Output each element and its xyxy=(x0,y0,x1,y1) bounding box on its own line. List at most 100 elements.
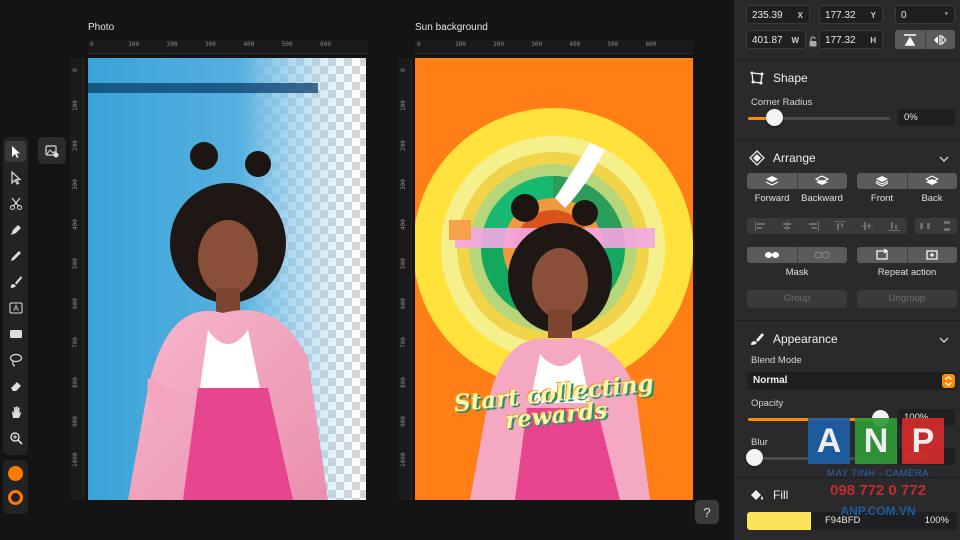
pencil-tool-button[interactable] xyxy=(5,245,26,266)
align-buttons xyxy=(747,218,907,234)
rectangle-tool-button[interactable] xyxy=(5,323,26,344)
align-middle-button[interactable] xyxy=(853,218,880,234)
corner-radius-slider-knob[interactable] xyxy=(766,109,783,126)
chevron-down-icon[interactable] xyxy=(939,335,949,345)
photo-artwork xyxy=(88,58,366,500)
zoom-tool-button[interactable] xyxy=(5,427,26,448)
distribute-vertical-icon xyxy=(943,221,950,231)
arrange-section-header[interactable]: Arrange xyxy=(749,150,816,166)
x-unit-label: X xyxy=(797,11,803,20)
repeat-add-button[interactable] xyxy=(906,247,958,263)
forward-backward-buttons xyxy=(747,173,847,189)
rotation-field[interactable]: 0 ° xyxy=(895,5,955,24)
ruler-tick-label: 200 xyxy=(166,41,178,48)
y-field[interactable]: 177.32 Y xyxy=(819,5,883,24)
flip-horizontal-icon xyxy=(934,34,947,45)
ruler-tick-label: 600 xyxy=(400,297,407,309)
ruler-tick-label: 0 xyxy=(417,41,421,48)
backward-button[interactable] xyxy=(796,173,848,189)
mask-button[interactable] xyxy=(747,247,797,263)
stroke-color-swatch[interactable] xyxy=(8,490,23,505)
ruler-tick-label: 800 xyxy=(400,376,407,388)
y-unit-label: Y xyxy=(870,11,876,20)
eraser-tool-button[interactable] xyxy=(5,375,26,396)
hand-tool-button[interactable] xyxy=(5,401,26,422)
flip-vertical-button[interactable] xyxy=(895,30,925,49)
front-button[interactable] xyxy=(857,173,907,189)
ruler-tick-label: 600 xyxy=(72,297,79,309)
ruler-horizontal: 0 100 200 300 400 500 600 xyxy=(415,40,693,54)
arrange-icon xyxy=(749,150,765,166)
watermark-tagline: MAY TINH - CAMERA xyxy=(827,468,929,479)
pen-tool-button[interactable] xyxy=(5,219,26,240)
arrange-section: Arrange Forward Backward Front Back Mask… xyxy=(734,139,960,319)
repeat-action-label: Repeat action xyxy=(877,267,937,278)
ruler-tick-label: 500 xyxy=(607,41,619,48)
bring-forward-icon xyxy=(765,176,779,186)
forward-button[interactable] xyxy=(747,173,797,189)
backward-label: Backward xyxy=(801,193,843,204)
watermark-site: ANP.COM.VN xyxy=(840,504,916,518)
unmask-button[interactable] xyxy=(796,247,848,263)
ruler-vertical: 0 100 200 300 400 500 600 700 800 900 1000 xyxy=(398,58,412,500)
chevron-down-icon[interactable] xyxy=(939,154,949,164)
image-icon xyxy=(45,144,59,157)
width-value: 401.87 xyxy=(752,35,783,46)
rectangle-icon xyxy=(9,329,22,338)
ruler-tick-label: 0 xyxy=(90,41,94,48)
select-arrow-tool-button[interactable] xyxy=(5,141,26,162)
appearance-title: Appearance xyxy=(773,332,838,346)
corner-radius-field[interactable]: 0% xyxy=(898,109,955,126)
canvas-area[interactable]: Photo 0 100 200 300 400 500 600 0 100 200 300 400 5… xyxy=(0,0,733,540)
repeat-action-button[interactable] xyxy=(857,247,907,263)
photo-document[interactable] xyxy=(88,58,366,500)
lasso-tool-button[interactable] xyxy=(5,349,26,370)
help-button[interactable]: ? xyxy=(695,500,719,524)
bring-to-front-icon xyxy=(875,176,888,187)
width-field[interactable]: 401.87 W xyxy=(746,30,806,49)
y-value: 177.32 xyxy=(825,10,856,21)
align-right-icon xyxy=(808,221,819,231)
ruler-tick-label: 800 xyxy=(72,376,79,388)
distribute-horizontal-button[interactable] xyxy=(915,218,936,234)
blend-mode-select[interactable]: Normal xyxy=(747,372,957,390)
height-field[interactable]: 177.32 H xyxy=(819,30,883,49)
ruler-tick-label: 400 xyxy=(243,41,255,48)
fill-section-header[interactable]: Fill xyxy=(749,487,788,503)
fill-color-swatch[interactable] xyxy=(8,466,23,481)
ruler-tick-label: 1000 xyxy=(72,452,79,467)
align-bottom-icon xyxy=(888,222,901,231)
ungroup-button[interactable]: Ungroup xyxy=(857,290,957,308)
distribute-vertical-button[interactable] xyxy=(935,218,958,234)
flip-horizontal-button[interactable] xyxy=(924,30,956,49)
brush-tool-button[interactable] xyxy=(5,271,26,292)
shape-title: Shape xyxy=(773,71,808,85)
align-right-button[interactable] xyxy=(799,218,827,234)
sun-background-document[interactable]: Start collecting rewards xyxy=(415,58,693,500)
zoom-icon xyxy=(9,431,23,445)
align-center-h-button[interactable] xyxy=(772,218,800,234)
scissors-tool-button[interactable] xyxy=(5,193,26,214)
appearance-section-header[interactable]: Appearance xyxy=(749,331,838,347)
lock-aspect-icon[interactable] xyxy=(808,34,818,47)
direct-select-tool-button[interactable] xyxy=(5,167,26,188)
text-tool-tool-button[interactable]: A xyxy=(5,297,26,318)
ruler-tick-label: 0 xyxy=(72,68,79,72)
shape-section-header[interactable]: Shape xyxy=(749,70,808,86)
blur-slider-knob[interactable] xyxy=(746,449,763,466)
align-top-icon xyxy=(834,221,847,230)
x-field[interactable]: 235.39 X xyxy=(746,5,810,24)
align-left-button[interactable] xyxy=(747,218,773,234)
image-import-button[interactable] xyxy=(38,137,66,164)
ruler-tick-label: 700 xyxy=(400,337,407,349)
pencil-icon xyxy=(10,250,21,261)
watermark-logo: A N P MAY TINH - CAMERA 098 772 0 772 AN… xyxy=(808,418,948,528)
back-button[interactable] xyxy=(906,173,958,189)
align-bottom-button[interactable] xyxy=(880,218,907,234)
fill-color-chip[interactable] xyxy=(747,512,811,530)
group-button[interactable]: Group xyxy=(747,290,847,308)
align-top-button[interactable] xyxy=(826,218,853,234)
repeat-add-icon xyxy=(926,250,938,260)
ruler-tick-label: 100 xyxy=(72,100,79,112)
text-tool-icon: A xyxy=(9,302,22,313)
